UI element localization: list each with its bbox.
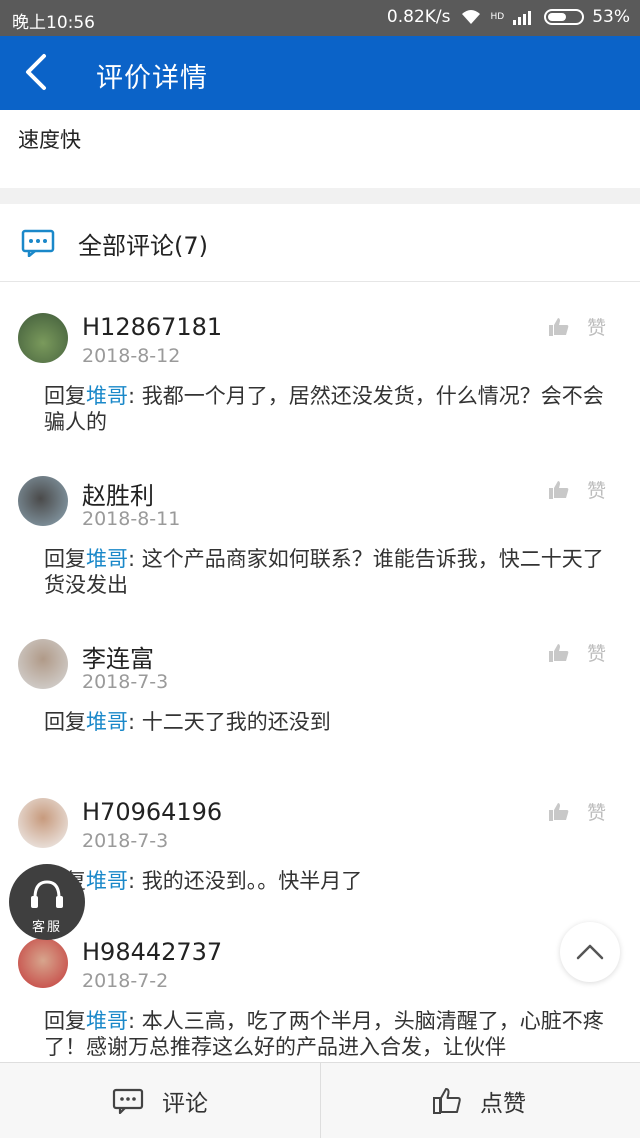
reply-target-link[interactable]: 堆哥 xyxy=(86,1009,128,1033)
thumbs-up-icon xyxy=(548,317,569,336)
network-speed: 0.82K/s xyxy=(386,7,451,27)
status-bar: 晚上10:56 0.82K/s HD 53% xyxy=(0,0,640,36)
comment-icon xyxy=(21,229,55,257)
comment-username[interactable]: H98442737 xyxy=(82,938,222,966)
headset-icon xyxy=(31,880,63,908)
like-post-button[interactable]: 点赞 xyxy=(432,1063,526,1138)
reply-prefix: 回复 xyxy=(44,1009,86,1033)
back-button[interactable] xyxy=(18,52,58,92)
comment-body: 十二天了我的还没到 xyxy=(141,710,331,734)
reply-colon: : xyxy=(128,710,142,734)
battery-icon xyxy=(544,9,585,25)
comment-button-label: 评论 xyxy=(162,1091,208,1117)
avatar[interactable] xyxy=(18,639,68,689)
reply-prefix: 回复 xyxy=(44,384,86,408)
comment-text: 回复堆哥: 我都一个月了，居然还没发货，什么情况？会不会骗人的 xyxy=(44,383,604,435)
reply-colon: : xyxy=(128,547,142,571)
chevron-up-icon xyxy=(576,944,604,960)
like-label: 赞 xyxy=(586,643,606,665)
like-post-label: 点赞 xyxy=(480,1091,526,1117)
like-label: 赞 xyxy=(586,480,606,502)
comment-button[interactable]: 评论 xyxy=(112,1063,208,1138)
status-time: 晚上10:56 xyxy=(12,13,95,33)
comments-header: 全部评论(7) xyxy=(0,204,640,282)
signal-icon xyxy=(513,11,532,25)
customer-service-button[interactable]: 客服 xyxy=(9,864,85,940)
comment-date: 2018-8-11 xyxy=(82,508,181,530)
reply-colon: : xyxy=(128,1009,142,1033)
comment-text: 回复堆哥: 本人三高，吃了两个半月，头脑清醒了，心脏不疼了！感谢万总推荐这么好的… xyxy=(44,1008,604,1060)
like-button[interactable]: 赞 xyxy=(548,313,606,340)
reply-colon: : xyxy=(128,869,142,893)
customer-service-label: 客服 xyxy=(31,920,62,935)
comment-date: 2018-7-2 xyxy=(82,970,169,992)
thumbs-up-icon xyxy=(548,480,569,499)
comment-username[interactable]: H70964196 xyxy=(82,798,222,826)
reply-target-link[interactable]: 堆哥 xyxy=(86,547,128,571)
wifi-icon xyxy=(461,10,480,24)
reply-target-link[interactable]: 堆哥 xyxy=(86,384,128,408)
comment-date: 2018-7-3 xyxy=(82,671,169,693)
avatar[interactable] xyxy=(18,938,68,988)
comment-date: 2018-8-12 xyxy=(82,345,181,367)
comment-username[interactable]: 赵胜利 xyxy=(82,476,154,511)
review-summary: 速度快 xyxy=(18,128,81,152)
chevron-left-icon xyxy=(26,54,46,90)
comment-username[interactable]: H12867181 xyxy=(82,313,222,341)
comment-username[interactable]: 李连富 xyxy=(82,639,154,674)
comment-icon xyxy=(112,1088,144,1114)
reply-target-link[interactable]: 堆哥 xyxy=(86,710,128,734)
like-button[interactable]: 赞 xyxy=(548,639,606,666)
comment-date: 2018-7-3 xyxy=(82,830,169,852)
scroll-top-button[interactable] xyxy=(560,922,620,982)
comment-text: 回复堆哥: 我的还没到。。快半月了 xyxy=(44,868,604,894)
like-label: 赞 xyxy=(586,802,606,824)
thumbs-up-icon xyxy=(548,643,569,662)
like-label: 赞 xyxy=(586,317,606,339)
comment-body: 我的还没到。。快半月了 xyxy=(141,869,363,893)
like-button[interactable]: 赞 xyxy=(548,476,606,503)
page-title: 评价详情 xyxy=(96,63,208,94)
comment-text: 回复堆哥: 十二天了我的还没到 xyxy=(44,709,604,735)
like-button[interactable]: 赞 xyxy=(548,798,606,825)
avatar[interactable] xyxy=(18,313,68,363)
avatar[interactable] xyxy=(18,798,68,848)
status-right: 0.82K/s HD 53% xyxy=(387,7,630,27)
battery-level: 53% xyxy=(592,7,630,27)
bottom-action-bar: 评论 点赞 xyxy=(0,1062,640,1138)
section-divider xyxy=(0,188,640,204)
reply-prefix: 回复 xyxy=(44,710,86,734)
thumbs-up-icon xyxy=(548,802,569,821)
thumbs-up-icon xyxy=(433,1088,461,1114)
network-type: HD xyxy=(490,12,505,22)
reply-target-link[interactable]: 堆哥 xyxy=(86,869,128,893)
avatar[interactable] xyxy=(18,476,68,526)
reply-prefix: 回复 xyxy=(44,547,86,571)
reply-colon: : xyxy=(128,384,142,408)
comments-title: 全部评论(7) xyxy=(78,232,208,260)
bottom-bar-divider xyxy=(320,1063,321,1138)
comment-text: 回复堆哥: 这个产品商家如何联系？谁能告诉我，快二十天了货没发出 xyxy=(44,546,604,598)
app-header: 评价详情 xyxy=(0,36,640,110)
